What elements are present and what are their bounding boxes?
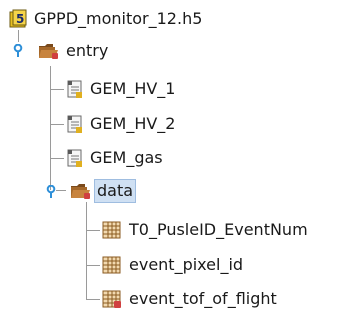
tree-node-root-file[interactable]: 5 GPPD_monitor_12.h5 — [8, 6, 204, 32]
dataset-label: GEM_gas — [90, 148, 163, 167]
hdf-file-tree: 5 GPPD_monitor_12.h5 entry GEM_HV_1 GEM_… — [0, 0, 341, 315]
tree-node-dataset[interactable]: T0_PusleID_EventNum — [102, 217, 310, 243]
dataset-label: event_tof_of_flight — [129, 289, 277, 308]
text-dataset-icon — [66, 79, 84, 99]
dataset-label: GEM_HV_2 — [90, 114, 176, 133]
expanded-handle-icon — [46, 184, 56, 198]
expand-toggle-entry[interactable] — [11, 43, 25, 57]
expanded-handle-icon — [13, 43, 23, 57]
text-dataset-icon — [66, 114, 84, 134]
root-file-label: GPPD_monitor_12.h5 — [34, 9, 203, 28]
table-dataset-icon — [102, 220, 122, 240]
table-dataset-icon — [102, 289, 122, 309]
folder-open-icon — [38, 42, 60, 60]
tree-node-dataset[interactable]: event_pixel_id — [102, 252, 245, 278]
tree-connector — [50, 124, 64, 125]
data-label: data — [93, 179, 137, 203]
hdf5-file-icon: 5 — [8, 9, 28, 29]
tree-connector — [50, 66, 51, 190]
dataset-label: GEM_HV_1 — [90, 79, 176, 98]
dataset-label: T0_PusleID_EventNum — [129, 220, 308, 239]
tree-node-entry[interactable]: entry — [38, 38, 110, 64]
expand-toggle-data[interactable] — [44, 184, 58, 198]
tree-node-dataset[interactable]: GEM_HV_1 — [66, 76, 177, 102]
table-dataset-icon — [102, 255, 122, 275]
entry-label: entry — [66, 41, 109, 60]
tree-connector — [86, 202, 87, 300]
text-dataset-icon — [66, 148, 84, 168]
tree-node-dataset[interactable]: event_tof_of_flight — [102, 286, 279, 312]
tree-node-data[interactable]: data — [70, 178, 137, 204]
dataset-label: event_pixel_id — [129, 255, 244, 274]
svg-text:5: 5 — [16, 12, 24, 26]
tree-node-dataset[interactable]: GEM_gas — [66, 145, 165, 171]
tree-connector — [50, 158, 64, 159]
tree-connector — [86, 299, 100, 300]
folder-open-icon — [70, 182, 92, 200]
tree-connector — [50, 89, 64, 90]
tree-connector — [86, 265, 100, 266]
tree-node-dataset[interactable]: GEM_HV_2 — [66, 111, 177, 137]
tree-connector — [86, 230, 100, 231]
